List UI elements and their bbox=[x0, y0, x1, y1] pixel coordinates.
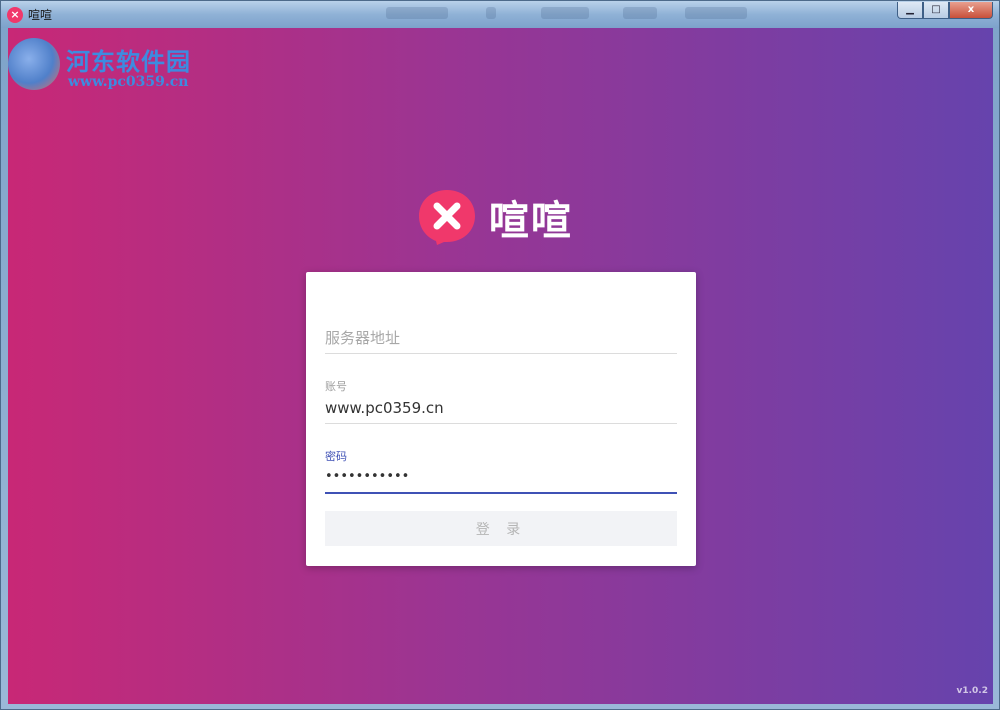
account-input[interactable] bbox=[325, 398, 677, 418]
x-chat-bubble-icon bbox=[417, 188, 477, 246]
app-icon: × bbox=[7, 7, 23, 23]
password-field[interactable]: 密码 ••••••••••• bbox=[325, 446, 677, 494]
window-title: 喧喧 bbox=[28, 8, 53, 22]
window-controls: ▁ □ x bbox=[897, 2, 993, 19]
app-window: × 喧喧 ▁ □ x 河东软件园 www.pc0359.cn 喧喧 服务器地址 … bbox=[0, 0, 1000, 710]
brand-name: 喧喧 bbox=[489, 198, 573, 244]
watermark: 河东软件园 www.pc0359.cn bbox=[8, 38, 228, 98]
titlebar-blur bbox=[486, 7, 496, 19]
login-card: 账号 密码 ••••••••••• 登 录 bbox=[306, 272, 696, 566]
account-label: 账号 bbox=[325, 380, 347, 393]
server-address-input[interactable] bbox=[325, 328, 677, 348]
version-label: v1.0.2 bbox=[956, 686, 989, 696]
brand-header: 喧喧 bbox=[417, 188, 573, 246]
login-screen: 河东软件园 www.pc0359.cn 喧喧 账号 密码 •••• bbox=[8, 28, 993, 704]
watermark-url: www.pc0359.cn bbox=[68, 74, 189, 90]
server-field[interactable] bbox=[325, 324, 677, 354]
titlebar-blur bbox=[386, 7, 448, 19]
titlebar-blur bbox=[685, 7, 747, 19]
minimize-button[interactable]: ▁ bbox=[897, 2, 923, 19]
password-input[interactable]: ••••••••••• bbox=[325, 467, 677, 487]
titlebar-blur bbox=[623, 7, 657, 19]
title-bar[interactable]: × 喧喧 ▁ □ x bbox=[1, 1, 999, 28]
password-label: 密码 bbox=[325, 450, 347, 463]
watermark-title: 河东软件园 bbox=[66, 47, 191, 76]
titlebar-blur bbox=[541, 7, 589, 19]
watermark-logo-icon bbox=[8, 38, 60, 90]
close-button[interactable]: x bbox=[949, 2, 993, 19]
login-button[interactable]: 登 录 bbox=[325, 511, 677, 546]
maximize-button[interactable]: □ bbox=[923, 2, 949, 19]
account-field[interactable]: 账号 bbox=[325, 376, 677, 424]
